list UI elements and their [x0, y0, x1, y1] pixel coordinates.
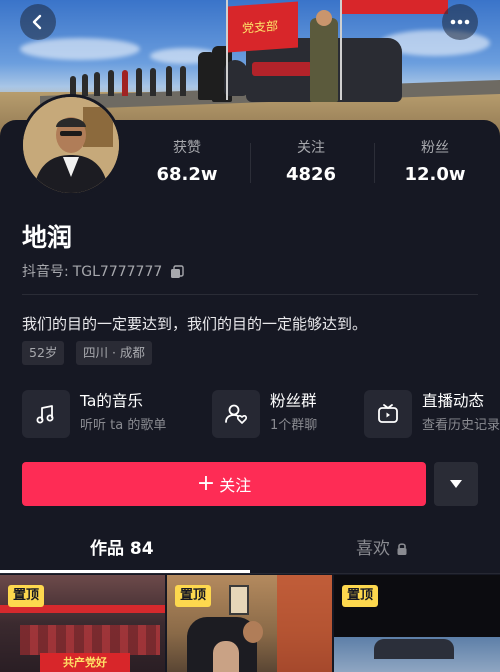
tag-location: 四川 · 成都	[76, 341, 152, 365]
tab-likes[interactable]: 喜欢	[356, 536, 408, 562]
feature-music-subtitle: 听听 ta 的歌单	[80, 418, 167, 433]
profile-name: 地润	[22, 223, 73, 252]
feature-live-title: 直播动态	[422, 392, 485, 410]
plus-icon: +	[196, 471, 216, 496]
stat-followers[interactable]: 粉丝 12.0w	[380, 138, 490, 188]
fan-group-icon	[212, 390, 260, 438]
lock-icon	[397, 543, 407, 555]
tag-age: 52岁	[22, 341, 65, 365]
avatar[interactable]	[20, 94, 122, 196]
tab-divider	[0, 573, 500, 574]
stat-following-label: 关注	[297, 140, 325, 156]
feature-music-title: Ta的音乐	[80, 392, 143, 410]
music-note-icon	[22, 390, 70, 438]
stat-following[interactable]: 关注 4826	[256, 138, 366, 188]
more-options-button[interactable]	[442, 4, 478, 40]
tab-likes-label: 喜欢	[356, 539, 390, 559]
douyin-id-value: TGL7777777	[72, 264, 163, 280]
stat-followers-label: 粉丝	[421, 140, 449, 156]
video-thumbnail[interactable]: 共产党好 置顶	[0, 575, 165, 672]
feature-fan-group-title: 粉丝群	[270, 392, 317, 410]
back-button[interactable]	[20, 4, 56, 40]
more-dots-icon	[450, 19, 470, 25]
feature-live-subtitle: 查看历史记录	[422, 418, 500, 433]
feature-music[interactable]: Ta的音乐 听听 ta 的歌单	[22, 388, 192, 440]
recommend-dropdown-button[interactable]	[434, 462, 478, 506]
video-caption: 共产党好	[40, 653, 130, 672]
video-thumbnail[interactable]: 置顶	[167, 575, 332, 672]
follow-button[interactable]: + 关注	[22, 462, 426, 506]
stat-divider	[374, 143, 375, 183]
douyin-id-label: 抖音号:	[22, 264, 69, 280]
tab-works[interactable]: 作品 84	[90, 536, 154, 562]
cover-flag-text: 党支部	[242, 18, 279, 36]
stat-divider	[250, 143, 251, 183]
live-tv-icon	[364, 390, 412, 438]
stat-followers-value: 12.0w	[404, 164, 466, 185]
feature-fan-group-subtitle: 1个群聊	[270, 418, 318, 433]
back-arrow-icon	[32, 14, 42, 30]
pinned-badge: 置顶	[342, 585, 379, 607]
video-thumbnail[interactable]: 置顶	[334, 575, 500, 672]
pinned-badge: 置顶	[8, 585, 45, 607]
stat-likes-label: 获赞	[173, 140, 201, 156]
stat-likes-value: 68.2w	[156, 164, 218, 185]
feature-fan-group[interactable]: 粉丝群 1个群聊	[212, 388, 342, 440]
divider	[22, 294, 478, 295]
feature-live[interactable]: 直播动态 查看历史记录	[364, 388, 500, 440]
triangle-down-icon	[450, 480, 462, 488]
pinned-badge: 置顶	[175, 585, 212, 607]
avatar-person-icon	[23, 97, 119, 193]
follow-button-label: 关注	[219, 476, 252, 495]
copy-icon[interactable]	[170, 265, 184, 279]
profile-bio: 我们的目的一定要达到，我们的目的一定能够达到。	[22, 315, 368, 333]
stat-likes[interactable]: 获赞 68.2w	[132, 138, 242, 188]
stat-following-value: 4826	[285, 164, 337, 185]
douyin-id-row: 抖音号: TGL7777777	[22, 262, 184, 282]
